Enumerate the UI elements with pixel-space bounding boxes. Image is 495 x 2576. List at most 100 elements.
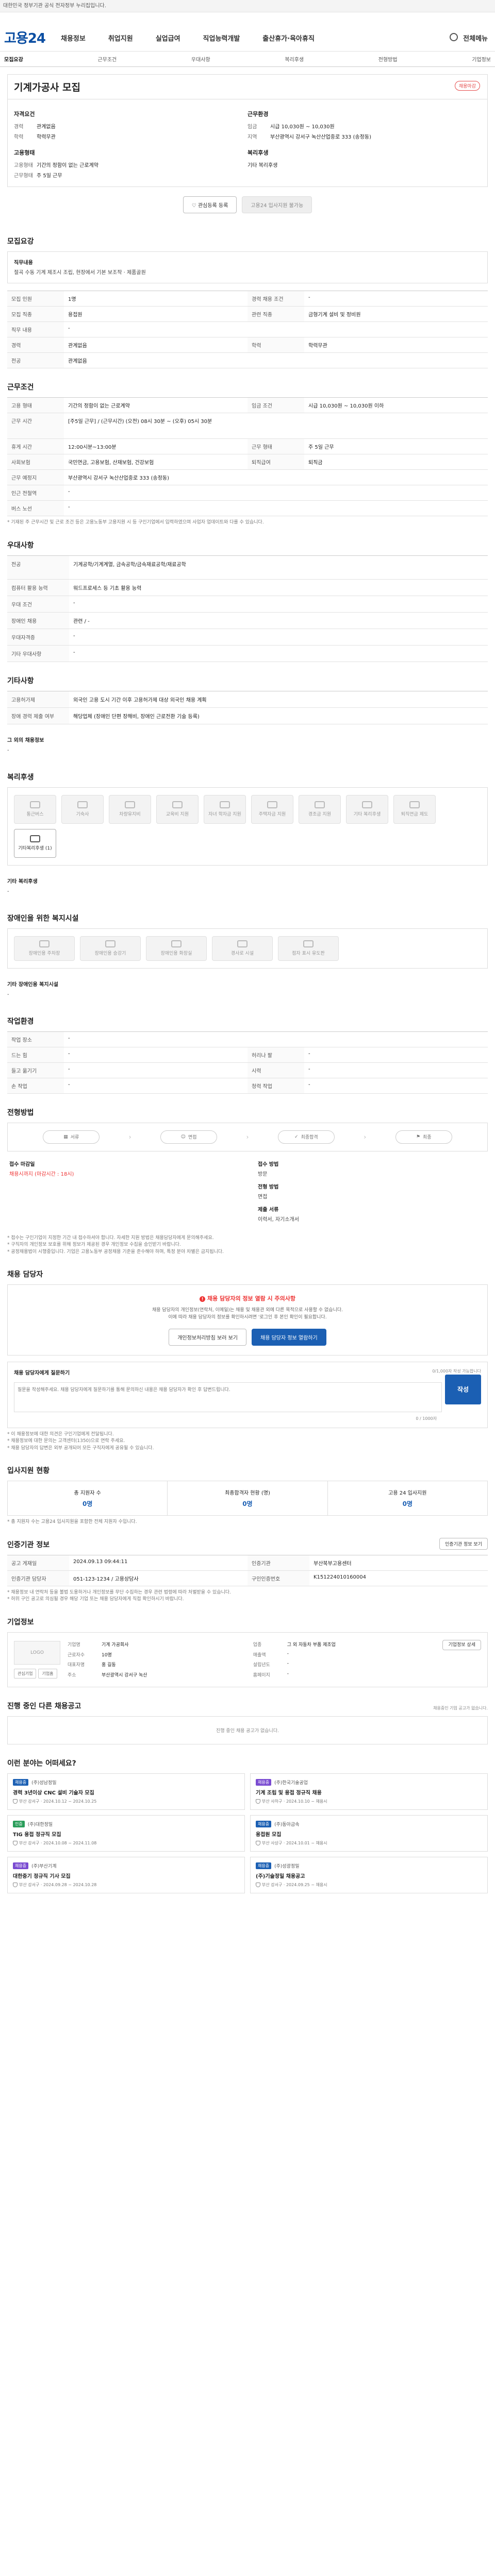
info-key: 매출액	[253, 1652, 266, 1658]
info-key: 홈페이지	[253, 1673, 270, 1679]
recommend-card[interactable]: 채용중 (주)성남정밀 경력 3년이상 CNC 설비 기술자 모집 부산 강서구 …	[7, 1773, 245, 1810]
tile-label: 차량유지비	[119, 812, 141, 817]
cell-label: 경력 채용 조건	[248, 291, 304, 307]
job-desc-title: 직무내용	[14, 260, 33, 266]
preferences-table: 전공 기계공학/기계계열, 금속공학/금속재료공학/재료공학 컴퓨터 활용 능력 워…	[7, 555, 488, 662]
cell-value: -	[64, 1063, 248, 1078]
site-logo[interactable]: 고용24	[4, 28, 46, 47]
kv-key: 고용형태	[14, 163, 33, 168]
menu-benefit[interactable]: 실업급여	[156, 33, 180, 43]
apply-button[interactable]: 고용24 입사지원 불가능	[242, 196, 312, 213]
process-box: ▦ 서류 › ☺ 면접 › ✓ 최종합격 › ⚑ 최종	[7, 1122, 488, 1151]
cell-label: 컴퓨터 활용 능력	[7, 579, 69, 596]
cell-label: 작업 장소	[7, 1031, 64, 1047]
braille-icon	[303, 940, 314, 947]
all-menu-button[interactable]: 전체메뉴	[463, 33, 488, 43]
summary-environment: 근무환경 임금 시급 10,030원 ~ 10,030원 지역 부산광역시 강서구 …	[248, 107, 481, 181]
cell-value: -	[69, 646, 488, 662]
disability-tiles: 장애인용 주차장 장애인용 승강기 장애인용 화장실 경사로 시설 점자 표시 …	[8, 929, 487, 968]
cell-value: 시급 10,030원 ~ 10,030원 이하	[304, 398, 488, 413]
tile-label: 기타복리후생 (1)	[18, 846, 52, 851]
menu-training[interactable]: 직업능력개발	[203, 33, 240, 43]
contact-buttons: 개인정보처리방침 보러 보기 채용 담당자 정보 열람하기	[17, 1321, 478, 1346]
kv-key: 임금	[248, 124, 257, 130]
menu-jobs[interactable]: 채용정보	[61, 33, 86, 43]
cell-value: -	[304, 1078, 488, 1094]
cell-value: -	[69, 596, 488, 613]
action-buttons: ♡ 관심등록 등록 고용24 입사지원 불가능	[7, 187, 488, 223]
card-title: 대한중기 정규직 기사 모집	[13, 1873, 71, 1879]
kv-key: 학력	[14, 134, 24, 140]
heart-icon[interactable]	[256, 1799, 260, 1804]
interest-button[interactable]: ♡ 관심등록 등록	[183, 196, 237, 213]
recommend-card[interactable]: 채용중 (주)부산기계 대한중기 정규직 기사 모집 부산 강서구 · 2024.…	[7, 1856, 245, 1893]
info-key: 근로자수	[68, 1652, 85, 1658]
welfare-tile-bus: 통근버스	[14, 794, 56, 824]
org-info-button[interactable]: 인증기관 정보 보기	[439, 1538, 488, 1550]
privacy-policy-button[interactable]: 개인정보처리방침 보러 보기	[169, 1328, 246, 1346]
deadline-title: 접수 마감일	[9, 1161, 35, 1167]
summary-col-title: 고용형태	[14, 149, 35, 156]
ramp-icon	[237, 940, 248, 947]
process-notes: * 접수는 구인기업이 지정한 기간 내 접수하셔야 합니다. 자세한 지원 방…	[7, 1235, 488, 1256]
cell-label: 장애 경력 제출 여부	[7, 707, 69, 724]
company-home-button[interactable]: 기업홈	[38, 1668, 57, 1679]
cell-value: 용접원	[64, 307, 248, 322]
tab-process[interactable]: 전형방법	[378, 55, 398, 63]
menu-leave[interactable]: 출산휴가·육아휴직	[262, 33, 315, 43]
company-detail-button[interactable]: 기업정보 상세	[442, 1639, 481, 1650]
step-label: 면접	[188, 1135, 197, 1140]
info-value: 10명	[102, 1652, 112, 1658]
section-tabs: 모집요강 근무조건 우대사항 복리후생 전형방법 기업정보	[0, 52, 495, 67]
cell-label: 전공	[7, 353, 64, 368]
recommend-card[interactable]: 채용중 (주)동아금속 용접원 모집 부산 사상구 · 2024.10.01 ~ …	[250, 1815, 488, 1852]
search-icon[interactable]	[450, 33, 458, 41]
card-badge: 채용중	[13, 1862, 29, 1869]
company-logo: LOGO	[14, 1640, 60, 1665]
gov-banner: 대한민국 정부기관 공식 전자정부 누리집입니다.	[0, 0, 495, 12]
cell-label: 장애인 채용	[7, 612, 69, 629]
cell-value: -	[64, 1032, 488, 1047]
cell-value: 해당업체 (장애인 단편 장해비, 장애인 근로전환 기술 등록)	[69, 708, 488, 724]
contact-notes: * 이 채용정보에 대한 의견은 구인기업에게 전달됩니다. * 채용정보에 대…	[7, 1431, 488, 1452]
method-value: 면접	[258, 1194, 268, 1200]
heart-icon[interactable]	[13, 1799, 18, 1804]
step-label: 최종	[422, 1135, 432, 1140]
recommend-card[interactable]: 채용중 (주)한국기술공업 기계 조립 및 용접 정규직 채용 부산 사하구 · …	[250, 1773, 488, 1810]
recommend-card[interactable]: 채용중 (주)성광정밀 (주)기술정밀 채용공고 부산 강서구 · 2024.09…	[250, 1856, 488, 1893]
step-label: 최종합격	[301, 1135, 318, 1140]
heart-icon[interactable]	[256, 1840, 260, 1845]
other-jobs-section-title: 진행 중인 다른 채용공고	[7, 1702, 81, 1710]
heart-icon[interactable]	[256, 1882, 260, 1887]
kv-value: 기간의 정함이 없는 근로계약	[37, 163, 98, 168]
tab-recruit[interactable]: 모집요강	[4, 55, 23, 63]
cell-value: 부산북부고용센터	[309, 1555, 488, 1571]
info-key: 설립년도	[253, 1663, 270, 1668]
tab-conditions[interactable]: 근무조건	[97, 55, 117, 63]
tab-company[interactable]: 기업정보	[472, 55, 491, 63]
company-interest-button[interactable]: 관심기업	[14, 1668, 37, 1679]
card-meta: 부산 강서구 · 2024.09.25 ~ 채용시	[262, 1882, 327, 1887]
question-input[interactable]	[14, 1382, 442, 1412]
status-label: 총 지원자 수	[74, 1490, 101, 1497]
disability-etc-value: -	[7, 991, 9, 997]
company-box: LOGO 관심기업 기업홈 기업명 기계 가공회사 업종 그 외 자동차 부품 제조…	[7, 1632, 488, 1687]
cell-label: 관련 직종	[248, 307, 304, 322]
environment-section-title: 작업환경	[7, 1017, 34, 1026]
question-header: 채용 담당자에게 질문하기 0/1,000자 작성 가능합니다	[14, 1368, 481, 1379]
tab-welfare[interactable]: 복리후생	[285, 55, 304, 63]
heart-icon[interactable]	[13, 1882, 18, 1887]
cell-label: 모집 인원	[7, 291, 64, 307]
view-contact-button[interactable]: 채용 담당자 정보 열람하기	[252, 1328, 326, 1346]
question-submit-button[interactable]: 작성	[445, 1374, 481, 1404]
recommend-card[interactable]: 인증 (주)대한정밀 TIG 용접 정규직 모집 부산 강서구 · 2024.10…	[7, 1815, 245, 1852]
job-summary: 기계가공사 모집 채용마감 자격요건 경력 관계없음 학력 학력무관 고용형태 고용…	[7, 74, 488, 187]
tab-preferences[interactable]: 우대사항	[191, 55, 210, 63]
contact-section-title: 채용 담당자	[7, 1270, 43, 1279]
heart-icon[interactable]	[13, 1840, 18, 1845]
step-final-pass: ✓ 최종합격	[277, 1130, 335, 1144]
menu-support[interactable]: 취업지원	[108, 33, 133, 43]
step-interview: ☺ 면접	[160, 1130, 218, 1144]
summary-col-title: 자격요건	[14, 111, 35, 117]
restroom-icon	[171, 940, 182, 947]
